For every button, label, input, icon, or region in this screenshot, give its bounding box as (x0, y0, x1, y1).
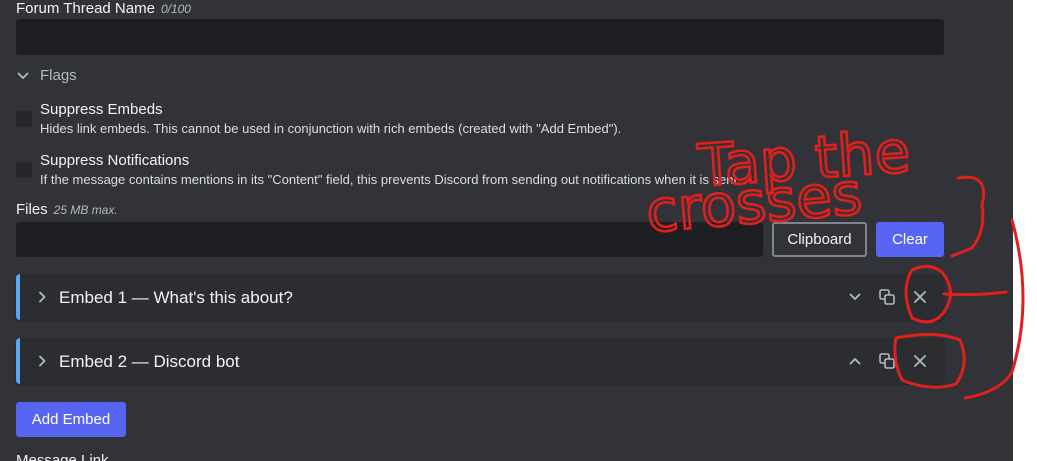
chevron-down-icon[interactable] (848, 290, 862, 304)
suppress-embeds-description: Hides link embeds. This cannot be used i… (40, 121, 622, 136)
chevron-down-icon (17, 72, 29, 79)
embed-accent-bar (16, 338, 20, 384)
files-label-row: Files 25 MB max. (16, 201, 118, 218)
thread-name-counter: 0/100 (160, 2, 191, 16)
webhook-editor-panel: Forum Thread Name 0/100 Flags Suppress Em… (0, 0, 1013, 461)
suppress-embeds-title: Suppress Embeds (40, 101, 163, 118)
files-label: Files (16, 201, 48, 218)
chevron-right-icon[interactable] (35, 290, 49, 304)
suppress-notifications-checkbox[interactable] (16, 162, 32, 178)
suppress-embeds-checkbox[interactable] (16, 111, 32, 127)
chevron-up-icon[interactable] (848, 354, 862, 368)
close-icon[interactable] (912, 289, 928, 305)
thread-name-label-row: Forum Thread Name 0/100 (16, 0, 191, 17)
thread-name-input[interactable] (16, 19, 944, 55)
clipboard-button[interactable]: Clipboard (772, 222, 867, 257)
embed-accent-bar (16, 274, 20, 320)
thread-name-label: Forum Thread Name (16, 0, 155, 17)
files-size-hint: 25 MB max. (53, 203, 118, 217)
clear-button[interactable]: Clear (876, 222, 944, 257)
close-icon[interactable] (912, 353, 928, 369)
flags-toggle[interactable]: Flags (16, 67, 77, 84)
message-link-label: Message Link (16, 452, 109, 461)
embed-title: Embed 2 — Discord bot (59, 352, 240, 371)
chevron-right-icon[interactable] (35, 354, 49, 368)
duplicate-icon[interactable] (878, 288, 896, 306)
suppress-notifications-description: If the message contains mentions in its … (40, 172, 741, 187)
suppress-notifications-title: Suppress Notifications (40, 152, 190, 169)
duplicate-icon[interactable] (878, 352, 896, 370)
flags-header: Flags (40, 67, 77, 84)
add-embed-button[interactable]: Add Embed (16, 402, 126, 437)
embed-title: Embed 1 — What's this about? (59, 288, 293, 307)
embed-item[interactable]: Embed 1 — What's this about? (16, 274, 944, 320)
files-input[interactable] (16, 222, 763, 257)
embed-item[interactable]: Embed 2 — Discord bot (16, 338, 944, 384)
